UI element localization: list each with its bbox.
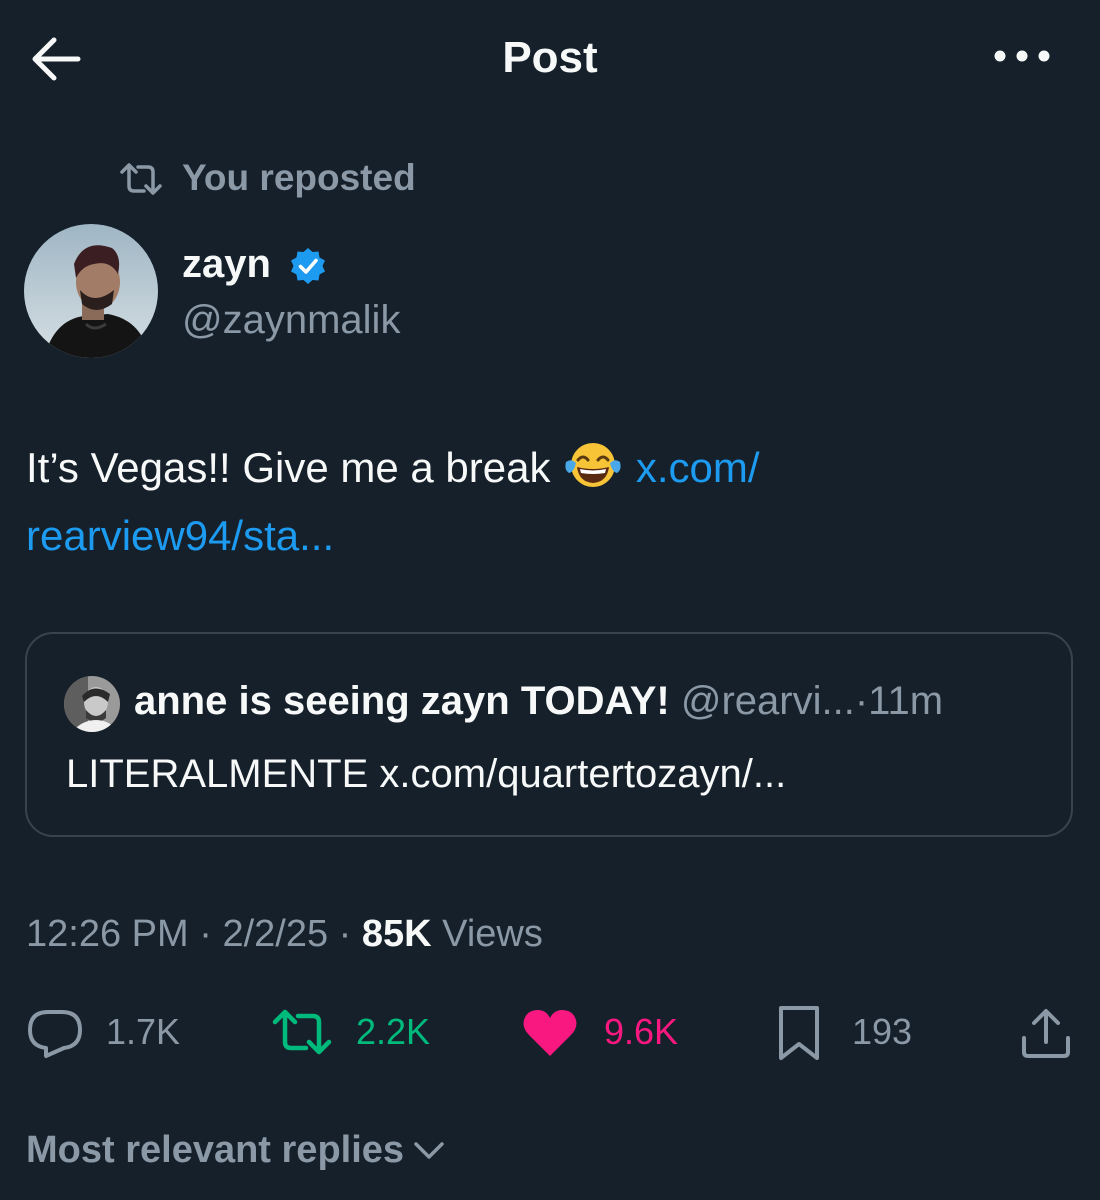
share-icon xyxy=(1022,1009,1070,1058)
more-horizontal-icon xyxy=(994,50,1050,62)
author-display-name[interactable]: zayn xyxy=(182,238,271,290)
bookmark-button[interactable] xyxy=(776,1004,822,1062)
quoted-post-author-name: anne is seeing zayn TODAY! xyxy=(134,679,670,723)
replies-sort-label: Most relevant replies xyxy=(26,1129,405,1171)
quoted-post-card[interactable] xyxy=(25,632,1073,837)
views-label: Views xyxy=(442,913,543,955)
quoted-post-header: anne is seeing zayn TODAY! @rearvi...·11… xyxy=(134,674,943,728)
like-button[interactable] xyxy=(522,1008,578,1058)
post-date[interactable]: 2/2/25 xyxy=(222,913,328,955)
like-count: 9.6K xyxy=(604,1011,679,1052)
verified-badge-icon xyxy=(288,246,328,286)
quoted-post-time: 11m xyxy=(868,679,944,723)
post-text-body: It’s Vegas!! Give me a break xyxy=(26,444,551,491)
post-text: It’s Vegas!! Give me a break x.com/rearv… xyxy=(26,434,1066,570)
repost-button[interactable] xyxy=(270,1008,334,1056)
repost-label: You reposted xyxy=(182,157,416,198)
quoted-post-avatar xyxy=(64,676,120,732)
replies-sort-dropdown[interactable]: Most relevant replies xyxy=(26,1124,446,1176)
post-time[interactable]: 12:26 PM xyxy=(26,913,189,955)
face-with-tears-of-joy-icon xyxy=(564,440,622,490)
repost-icon xyxy=(272,1009,332,1055)
chevron-down-icon xyxy=(412,1137,446,1163)
avatar[interactable] xyxy=(24,224,158,358)
post-link-part2: rearview94/sta... xyxy=(26,512,335,559)
repost-count: 2.2K xyxy=(356,1011,431,1052)
page-title: Post xyxy=(502,33,598,82)
author-handle[interactable]: @zaynmalik xyxy=(182,294,400,346)
post-metadata: 12:26 PM · 2/2/25 · 85K Views xyxy=(26,906,543,962)
bookmark-count: 193 xyxy=(852,1011,913,1052)
heart-icon xyxy=(523,1010,577,1056)
reply-button[interactable] xyxy=(26,1006,84,1060)
post-link-part1: x.com/ xyxy=(635,444,760,491)
views-count: 85K xyxy=(361,913,432,955)
quoted-post-separator: · xyxy=(854,679,869,723)
meta-separator: · xyxy=(338,913,352,955)
quoted-post-text: LITERALMENTE x.com/quartertozayn/... xyxy=(66,752,787,796)
more-options-button[interactable] xyxy=(990,36,1054,76)
reply-icon xyxy=(28,1010,82,1058)
bookmark-icon xyxy=(779,1006,819,1060)
repost-icon xyxy=(118,162,164,196)
quoted-post-handle: @rearvi... xyxy=(680,679,855,723)
reply-count: 1.7K xyxy=(106,1011,181,1052)
meta-separator: · xyxy=(199,913,212,955)
share-button[interactable] xyxy=(1018,1006,1074,1060)
